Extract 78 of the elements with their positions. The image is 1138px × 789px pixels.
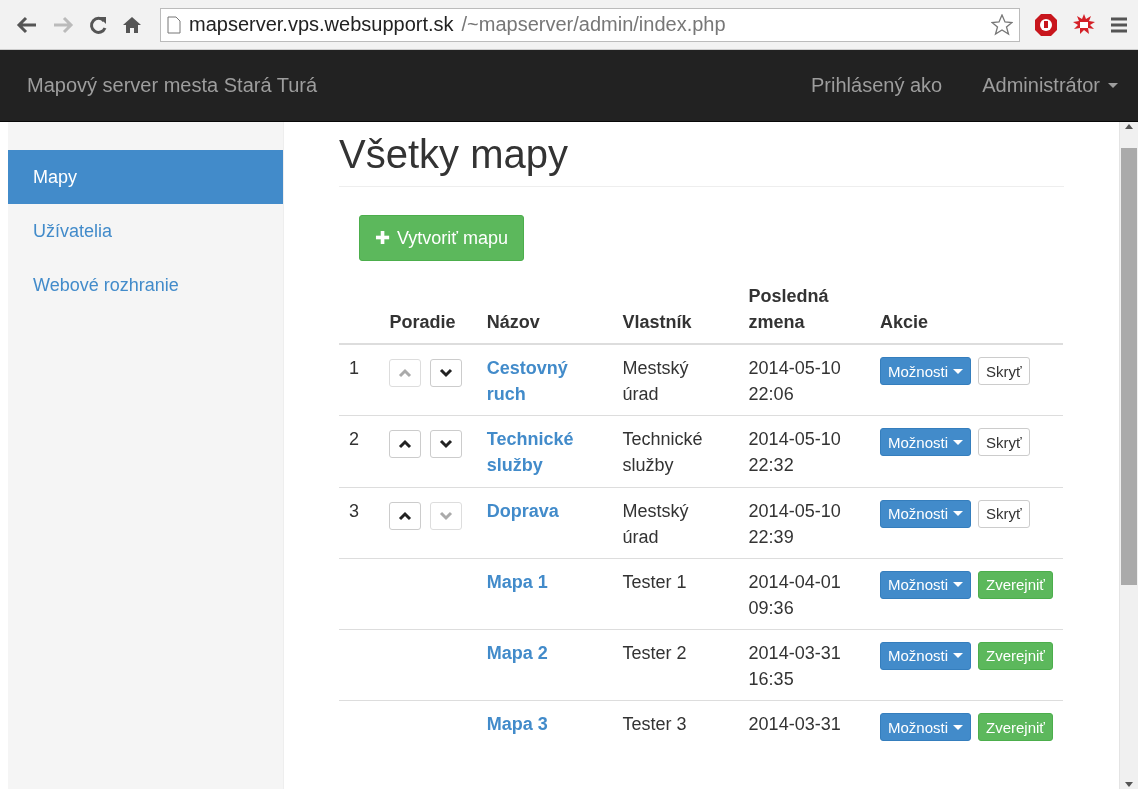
map-name-link[interactable]: Doprava: [486, 497, 603, 524]
publish-button[interactable]: Zverejniť: [978, 641, 1053, 670]
page-title: Všetky mapy: [339, 130, 1064, 187]
order-number: 3: [349, 500, 359, 521]
date-text: 2014-05-10 22:06: [748, 357, 842, 407]
brand-title[interactable]: Mapový server mesta Stará Turá: [27, 74, 811, 97]
owner-text: Tester 3: [622, 714, 687, 735]
date-text: 2014-03-31: [748, 713, 842, 737]
caret-icon: [1108, 83, 1118, 88]
star-icon[interactable]: [991, 13, 1013, 36]
chevron-down-icon: [439, 510, 454, 521]
date-text: 2014-03-31 16:35: [748, 641, 842, 692]
column-header: Akcie: [880, 312, 929, 333]
owner-text: Mestský úrad: [622, 500, 689, 547]
home-icon[interactable]: [122, 14, 142, 35]
back-arrow-icon[interactable]: [16, 14, 38, 35]
caret-icon: [953, 653, 963, 659]
move-up-button[interactable]: [389, 430, 422, 459]
owner-text: Technické služby: [622, 429, 703, 476]
chevron-up-icon: [398, 368, 413, 379]
chevron-down-icon: [439, 439, 454, 450]
options-dropdown-button[interactable]: Možnosti: [880, 713, 971, 742]
address-bar[interactable]: mapserver.vps.websupport.sk /~mapserver/admin/index.php: [160, 7, 1020, 42]
date-text: 2014-05-10 22:32: [748, 428, 842, 478]
order-number: 1: [349, 358, 359, 379]
hide-button[interactable]: Skryť: [978, 428, 1030, 457]
sidebar-item[interactable]: Webové rozhranie: [8, 258, 283, 312]
hide-button[interactable]: Skryť: [978, 357, 1030, 386]
move-down-button[interactable]: [430, 430, 463, 459]
publish-button[interactable]: Zverejniť: [978, 570, 1053, 599]
map-name-link[interactable]: Mapa 2: [486, 639, 603, 667]
burst-icon[interactable]: [1072, 12, 1096, 37]
map-name-link[interactable]: Technické služby: [486, 426, 603, 479]
user-menu[interactable]: Administrátor: [982, 74, 1118, 97]
column-header: Vlastník: [622, 312, 692, 333]
options-dropdown-button[interactable]: Možnosti: [880, 499, 971, 528]
column-header: Názov: [486, 312, 540, 333]
logged-in-label: Prihlásený ako: [811, 74, 943, 97]
owner-text: Tester 2: [622, 642, 687, 663]
options-dropdown-button[interactable]: Možnosti: [880, 428, 971, 457]
owner-text: Mestský úrad: [622, 358, 689, 405]
options-dropdown-button[interactable]: Možnosti: [880, 570, 971, 599]
options-dropdown-button[interactable]: Možnosti: [880, 641, 971, 670]
options-dropdown-button[interactable]: Možnosti: [880, 357, 971, 386]
caret-icon: [953, 439, 963, 445]
url-host: mapserver.vps.websupport.sk: [189, 13, 454, 36]
column-header: Posledná zmena: [748, 286, 829, 333]
owner-text: Tester 1: [622, 571, 687, 592]
move-up-button[interactable]: [389, 501, 422, 530]
plus-icon: ✚: [375, 227, 390, 249]
map-name-link[interactable]: Mapa 1: [486, 568, 603, 595]
caret-icon: [953, 368, 963, 374]
map-name-link[interactable]: Mapa 3: [486, 711, 603, 738]
date-text: 2014-04-01 09:36: [748, 570, 842, 620]
scrollbar-thumb[interactable]: [1121, 148, 1137, 585]
order-number: 2: [349, 429, 359, 450]
chevron-up-icon: [398, 439, 413, 450]
sidebar-item[interactable]: Užívatelia: [8, 204, 283, 258]
caret-icon: [953, 724, 963, 730]
reload-icon[interactable]: [88, 14, 108, 35]
hide-button[interactable]: Skryť: [978, 499, 1030, 528]
date-text: 2014-05-10 22:39: [748, 499, 842, 549]
caret-icon: [953, 582, 963, 588]
create-map-button[interactable]: ✚ Vytvoriť mapu: [359, 215, 525, 261]
move-down-button[interactable]: [430, 359, 463, 388]
column-header: Poradie: [389, 312, 456, 333]
scroll-down-icon[interactable]: [1124, 781, 1134, 789]
chevron-up-icon: [398, 510, 413, 521]
page-icon: [167, 15, 181, 34]
map-name-link[interactable]: Cestovný ruch: [486, 355, 603, 408]
caret-icon: [953, 511, 963, 517]
chevron-down-icon: [439, 368, 454, 379]
url-path: /~mapserver/admin/index.php: [461, 13, 726, 36]
scrollbar[interactable]: [1119, 122, 1138, 789]
sidebar-item[interactable]: Mapy: [8, 150, 283, 204]
publish-button[interactable]: Zverejniť: [978, 713, 1053, 742]
menu-icon[interactable]: [1110, 15, 1128, 34]
stop-sign-icon[interactable]: [1034, 12, 1058, 37]
